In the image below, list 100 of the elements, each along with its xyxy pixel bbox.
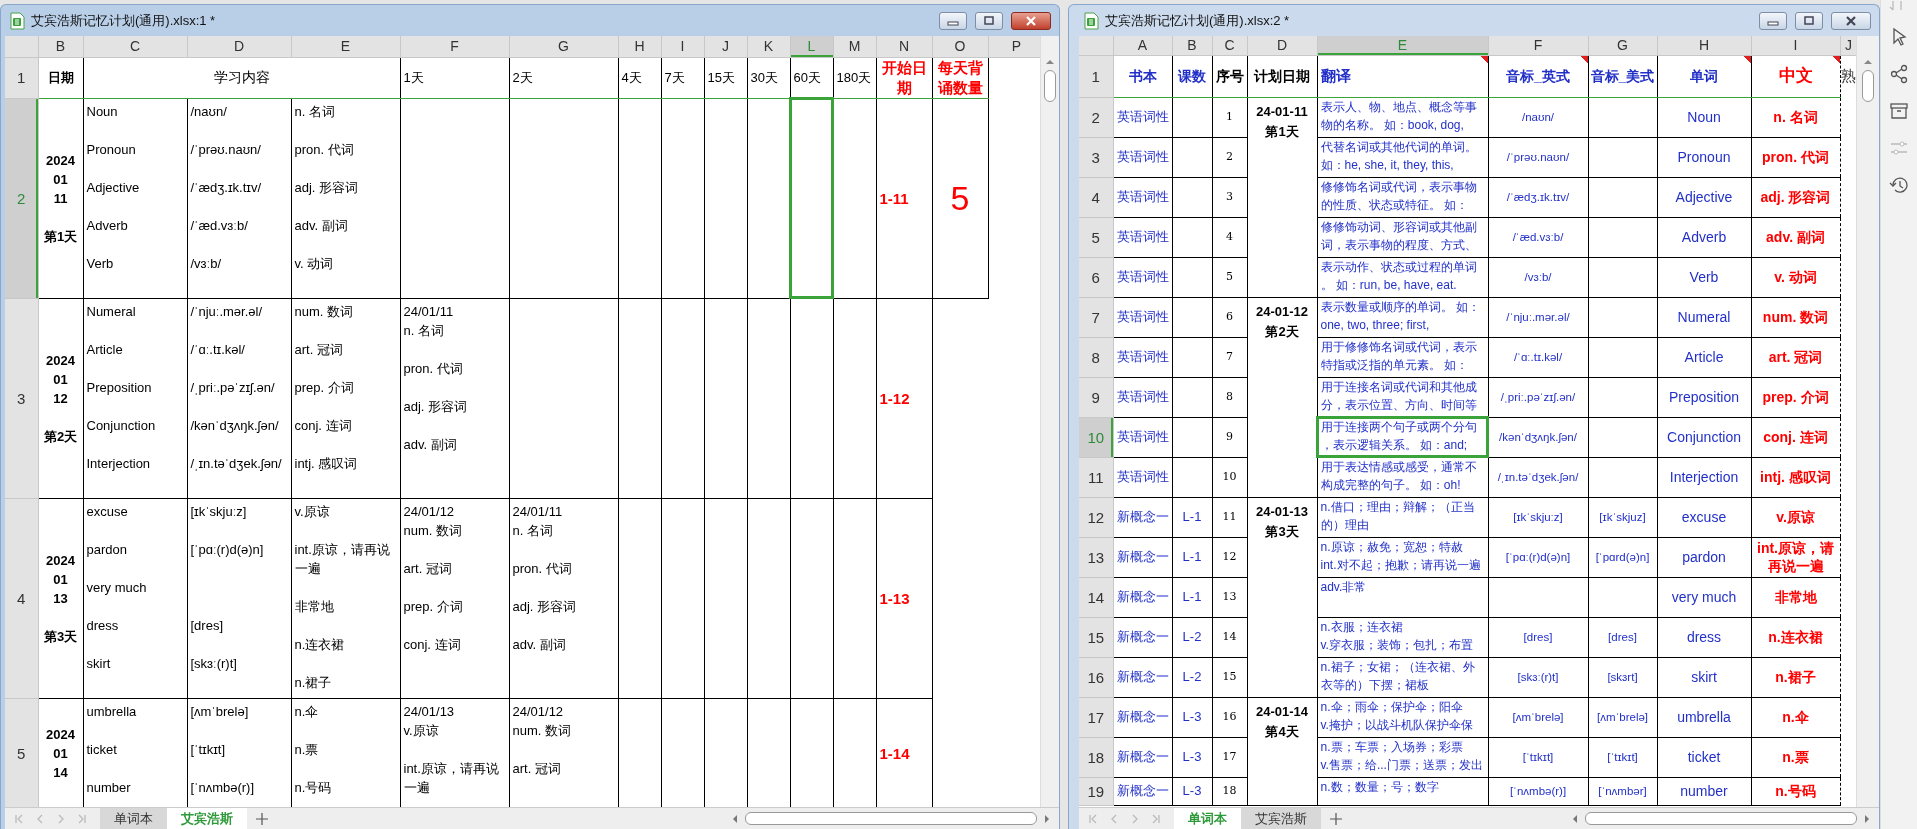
scrollbar-thumb[interactable] — [1585, 812, 1857, 825]
column-header[interactable]: G — [1588, 36, 1657, 55]
row-header[interactable]: 1 — [5, 57, 38, 98]
table-cell: 英语词性 — [1113, 417, 1172, 457]
cell-text: pardon — [86, 540, 128, 559]
row-header[interactable]: 15 — [1079, 617, 1113, 657]
table-cell: 2天 — [509, 57, 618, 98]
row-header[interactable]: 17 — [1079, 697, 1113, 737]
column-header[interactable]: B — [1172, 36, 1212, 55]
sheet-tab[interactable]: 单词本 — [100, 808, 167, 829]
row-header[interactable]: 7 — [1079, 297, 1113, 337]
row-header[interactable]: 16 — [1079, 657, 1113, 697]
minimize-button[interactable] — [1759, 11, 1787, 30]
row-header[interactable]: 14 — [1079, 577, 1113, 617]
cell-text: [ˈtɪkɪt] — [190, 740, 227, 759]
table-cell: 表示数量或顺序的单词。 如： one, two, three; first, — [1317, 297, 1488, 337]
cell-text: 01 — [52, 170, 69, 189]
column-header[interactable]: N — [876, 36, 932, 57]
minimize-button[interactable] — [939, 11, 967, 30]
vertical-scrollbar[interactable] — [1040, 36, 1059, 807]
column-header[interactable]: K — [747, 36, 790, 57]
table-cell: Preposition — [1657, 377, 1751, 417]
scrollbar-thumb[interactable] — [1862, 70, 1874, 102]
close-button[interactable] — [1831, 11, 1871, 30]
scrollbar-thumb[interactable] — [1044, 70, 1056, 102]
row-header[interactable]: 1 — [1079, 55, 1113, 97]
column-header[interactable]: O — [932, 36, 988, 57]
column-header[interactable]: I — [1751, 36, 1840, 55]
row-header[interactable]: 18 — [1079, 737, 1113, 777]
row-header[interactable]: 3 — [5, 298, 38, 498]
vertical-scrollbar[interactable] — [1856, 36, 1879, 807]
cell-text: Conjunction — [86, 416, 157, 435]
row-header[interactable]: 9 — [1079, 377, 1113, 417]
table-cell: [ˈpɑː(r)d(ə)n] — [1488, 537, 1588, 577]
sheet-tab[interactable]: 艾宾浩斯 — [1241, 808, 1321, 829]
row-header[interactable]: 11 — [1079, 457, 1113, 497]
maximize-icon — [983, 15, 995, 26]
table-cell: 课数 — [1172, 55, 1212, 97]
column-header[interactable]: I — [661, 36, 704, 57]
close-icon — [1845, 15, 1857, 26]
cell-text: intj. 感叹词 — [294, 454, 359, 473]
table-cell: 音标_美式 — [1588, 55, 1657, 97]
column-header[interactable]: G — [509, 36, 618, 57]
column-header[interactable]: M — [833, 36, 876, 57]
column-header[interactable]: E — [291, 36, 400, 57]
archive-icon[interactable] — [1889, 101, 1909, 121]
table-cell: L-2 — [1172, 657, 1212, 697]
column-header[interactable]: C — [83, 36, 187, 57]
table-cell: 1 — [1212, 97, 1247, 137]
table-cell: excuse — [1657, 497, 1751, 537]
cell-text: n.票 — [294, 740, 320, 759]
table-cell[interactable]: 用于连接两个句子或两个分句，表示逻辑关系。 如：and; — [1317, 417, 1488, 457]
add-sheet-icon[interactable] — [1329, 811, 1343, 826]
scrollbar-thumb[interactable] — [745, 812, 1037, 825]
table-cell: conj. 连词 — [1751, 417, 1840, 457]
maximize-button[interactable] — [1795, 11, 1823, 30]
column-header[interactable]: D — [1247, 36, 1317, 55]
table-cell: 翻译 — [1317, 55, 1488, 97]
row-header[interactable]: 4 — [5, 498, 38, 698]
sheet-tab[interactable]: 单词本 — [1174, 808, 1241, 829]
cell-text: [ʌmˈbrelə] — [190, 702, 250, 721]
cell-text: n.伞 — [294, 702, 320, 721]
row-header[interactable]: 3 — [1079, 137, 1113, 177]
history-icon[interactable] — [1889, 175, 1909, 195]
table-cell: 修修饰动词、形容词或其他副词，表示事物的程度、方式、 — [1317, 217, 1488, 257]
column-header[interactable]: F — [1488, 36, 1588, 55]
selected-cell[interactable] — [790, 98, 833, 298]
column-header[interactable]: B — [38, 36, 83, 57]
column-header[interactable]: H — [618, 36, 661, 57]
row-header[interactable]: 6 — [1079, 257, 1113, 297]
row-header[interactable]: 19 — [1079, 777, 1113, 805]
maximize-button[interactable] — [975, 11, 1003, 30]
row-header[interactable]: 12 — [1079, 497, 1113, 537]
cell-text: v.原谅 — [294, 502, 331, 521]
column-header[interactable]: A — [1113, 36, 1172, 55]
up-arrow-icon — [1863, 58, 1873, 66]
row-header[interactable]: 13 — [1079, 537, 1113, 577]
close-button[interactable] — [1011, 11, 1051, 30]
table-cell: ticket — [1657, 737, 1751, 777]
column-header[interactable]: H — [1657, 36, 1751, 55]
row-header[interactable]: 2 — [1079, 97, 1113, 137]
share-icon[interactable] — [1889, 64, 1909, 84]
table-cell: very much — [1657, 577, 1751, 617]
cell-text: 24/01/12 — [512, 702, 565, 721]
column-header[interactable]: C — [1212, 36, 1247, 55]
column-header[interactable]: P — [988, 36, 1040, 57]
sliders-icon[interactable] — [1889, 138, 1909, 158]
column-header[interactable]: F — [400, 36, 509, 57]
cell-text: [skɜː(r)t] — [190, 654, 238, 673]
table-cell: Numeral — [1657, 297, 1751, 337]
row-header[interactable]: 4 — [1079, 177, 1113, 217]
row-header[interactable]: 5 — [1079, 217, 1113, 257]
column-header[interactable]: D — [187, 36, 291, 57]
sheet-tab[interactable]: 艾宾浩斯 — [167, 808, 247, 829]
add-sheet-icon[interactable] — [255, 811, 269, 826]
row-header[interactable]: 8 — [1079, 337, 1113, 377]
table-cell: v. 动词 — [1751, 257, 1840, 297]
table-cell: int.原谅，请再说一遍 — [1751, 537, 1840, 577]
row-header[interactable]: 5 — [5, 698, 38, 807]
column-header[interactable]: J — [704, 36, 747, 57]
